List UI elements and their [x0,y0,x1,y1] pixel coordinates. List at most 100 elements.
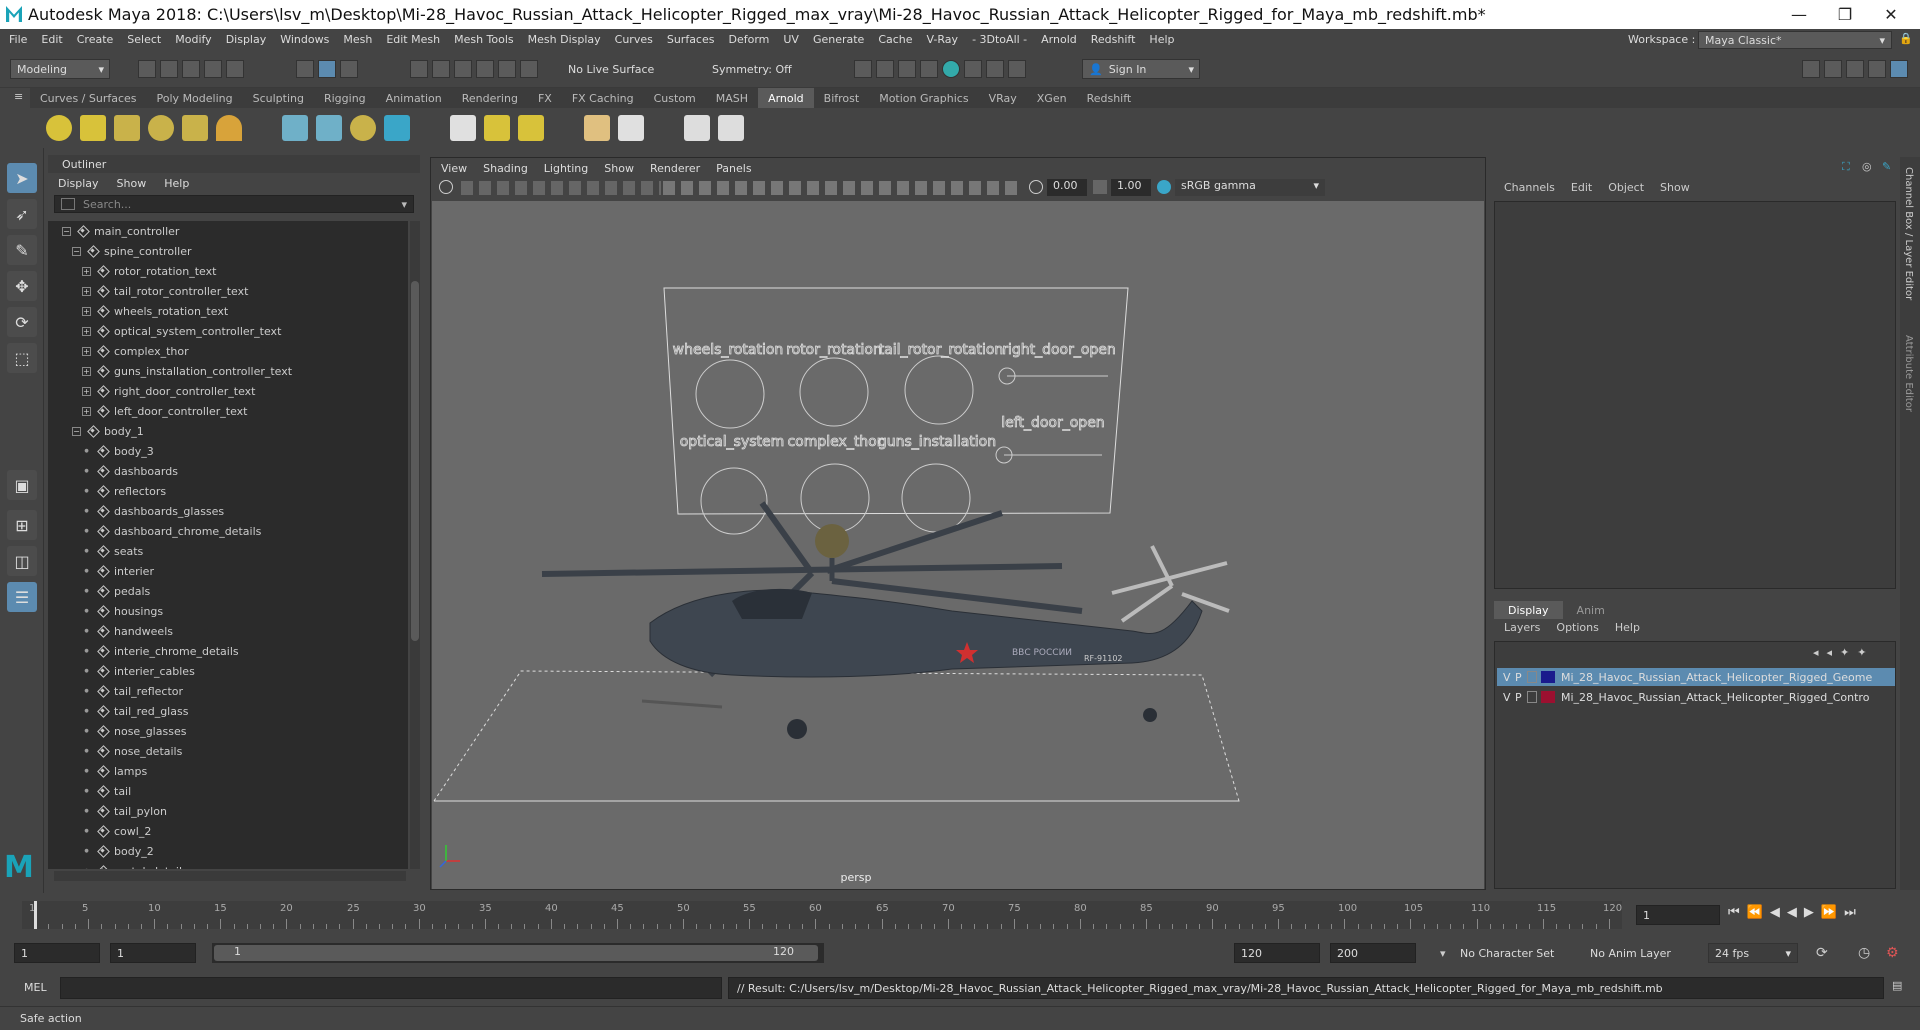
go-to-end-icon[interactable]: ⏭ [1844,905,1863,920]
tree-item[interactable]: + wheels_rotation_text [48,301,408,321]
layer-visibility-toggle[interactable]: V [1503,671,1515,684]
exposure-field[interactable]: 0.00 [1047,179,1087,196]
step-forward-key-icon[interactable]: ⏩ [1821,905,1844,920]
command-input[interactable] [60,977,722,999]
render-settings-icon[interactable] [920,60,938,78]
snap-pivot-icon[interactable] [520,60,538,78]
tree-item[interactable]: ● interier [48,561,408,581]
undo-icon[interactable] [204,60,222,78]
curve-collector-icon[interactable] [350,115,376,141]
layer-playback-toggle[interactable]: P [1515,691,1527,704]
optical-system-control[interactable] [700,467,768,535]
tree-item[interactable]: ● reflectors [48,481,408,501]
open-scene-icon[interactable] [160,60,178,78]
menu-redshift[interactable]: Redshift [1091,33,1136,46]
channel-menu-object[interactable]: Object [1608,181,1644,194]
menu-display[interactable]: Display [226,33,267,46]
licensing-icon[interactable] [518,115,544,141]
menu-select[interactable]: Select [127,33,161,46]
tree-item[interactable]: ● body_2 [48,841,408,861]
viewport-menu-panels[interactable]: Panels [716,162,751,175]
menu-edit[interactable]: Edit [41,33,62,46]
outliner-horizontal-scrollbar[interactable] [54,871,406,881]
rotor-rotation-control[interactable] [799,357,869,427]
layer-color-swatch[interactable] [1541,691,1555,703]
attribute-editor-icon[interactable] [1846,60,1864,78]
photometric-light-icon[interactable] [114,115,140,141]
snap-view-icon[interactable] [476,60,494,78]
shelf-tab-mash[interactable]: MASH [706,88,758,108]
expand-icon[interactable]: + [82,406,91,416]
range-slider-thumb[interactable]: 1 120 [214,945,818,961]
menu-deform[interactable]: Deform [728,33,769,46]
helicopter-model[interactable]: ВВС РОССИИ RF-91102 [541,501,1230,739]
tool-settings-toggle-icon[interactable]: ✎ [1882,160,1891,173]
shelf-tab-bifrost[interactable]: Bifrost [814,88,870,108]
shelf-tab-custom[interactable]: Custom [644,88,706,108]
character-set-dropdown[interactable]: No Character Set [1460,947,1554,960]
single-perspective-layout-icon[interactable]: ▣ [7,470,37,500]
attribute-editor-toggle-icon[interactable]: ◎ [1862,160,1872,173]
collapse-icon[interactable]: − [62,226,71,236]
viewport-menu-lighting[interactable]: Lighting [544,162,588,175]
tree-item[interactable]: ● pedals [48,581,408,601]
menu-arnold[interactable]: Arnold [1041,33,1077,46]
save-scene-icon[interactable] [182,60,200,78]
complex-thor-control[interactable] [800,463,870,533]
flush-caches-icon[interactable] [484,115,510,141]
viewport-menu-show[interactable]: Show [604,162,634,175]
select-component-icon[interactable] [340,60,358,78]
shelf-tab-rigging[interactable]: Rigging [314,88,376,108]
tree-item[interactable]: ● tail_reflector [48,681,408,701]
ipr-render-icon[interactable] [898,60,916,78]
layer-visibility-toggle[interactable]: V [1503,691,1515,704]
tree-item[interactable]: − spine_controller [48,241,408,261]
tree-item[interactable]: ● interie_chrome_details [48,641,408,661]
tree-item[interactable]: + left_door_controller_text [48,401,408,421]
channel-menu-show[interactable]: Show [1660,181,1690,194]
channel-box-icon[interactable] [1890,60,1908,78]
render-frame-icon[interactable] [854,60,872,78]
physical-sky-icon[interactable] [216,115,242,141]
tree-item[interactable]: ● interier_cables [48,661,408,681]
color-space-dropdown[interactable]: sRGB gamma ▾ [1175,179,1325,196]
hypershade-icon[interactable] [942,60,960,78]
viewport-menu-view[interactable]: View [441,162,467,175]
current-frame-field[interactable]: 1 [1636,905,1720,925]
redo-icon[interactable] [226,60,244,78]
outliner-menu-help[interactable]: Help [164,177,189,190]
select-tool-icon[interactable]: ➤ [7,163,37,193]
outliner-layout-icon[interactable]: ☰ [7,582,37,612]
shelf-tab-xgen[interactable]: XGen [1027,88,1077,108]
pause-icon[interactable] [1008,60,1026,78]
shelf-tab-sculpting[interactable]: Sculpting [243,88,314,108]
export-ass-icon[interactable] [584,115,610,141]
shelf-tab-vray[interactable]: VRay [979,88,1027,108]
tail-rotor-rotation-control[interactable] [904,355,974,425]
menu-modify[interactable]: Modify [175,33,211,46]
minimize-button[interactable]: — [1776,0,1822,29]
viewport-menu-shading[interactable]: Shading [483,162,528,175]
outliner-menu-show[interactable]: Show [117,177,147,190]
tree-item[interactable]: + complex_thor [48,341,408,361]
tree-item[interactable]: + optical_system_controller_text [48,321,408,341]
menu-windows[interactable]: Windows [280,33,329,46]
symmetry-field[interactable]: Symmetry: Off [706,59,816,79]
tree-item[interactable]: + rotor_rotation_text [48,261,408,281]
layer-row[interactable]: V P Mi_28_Havoc_Russian_Attack_Helicopter_… [1497,668,1895,686]
move-tool-icon[interactable]: ✥ [7,271,37,301]
select-hierarchy-icon[interactable] [296,60,314,78]
lasso-tool-icon[interactable]: ➶ [7,199,37,229]
tree-item[interactable]: ● tail_red_glass [48,701,408,721]
menu-3dtoall[interactable]: - 3DtoAll - [972,33,1027,46]
hik-icon[interactable] [1824,60,1842,78]
menu-uv[interactable]: UV [783,33,799,46]
layer-row[interactable]: V P Mi_28_Havoc_Russian_Attack_Helicopter_… [1497,688,1895,706]
channel-box-toggle-icon[interactable]: ⛶ [1842,160,1850,174]
shelf-tab-fx[interactable]: FX [528,88,562,108]
light-portal-icon[interactable] [182,115,208,141]
select-object-icon[interactable] [318,60,336,78]
mesh-light-icon[interactable] [80,115,106,141]
gamma-field[interactable]: 1.00 [1111,179,1151,196]
command-language-toggle[interactable]: MEL [24,981,47,994]
